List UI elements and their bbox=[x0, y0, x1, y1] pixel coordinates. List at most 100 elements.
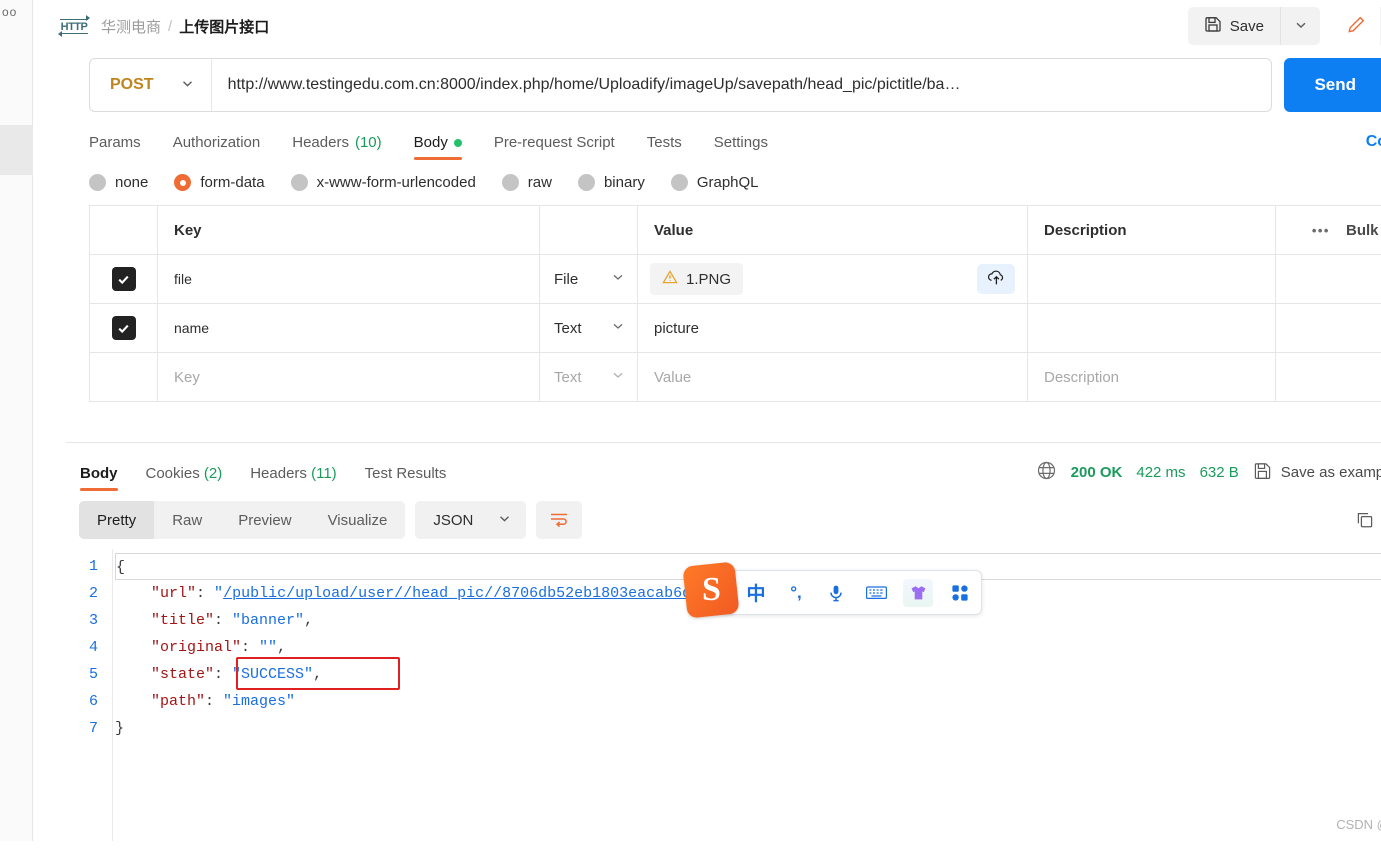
row-description-cell[interactable]: Description bbox=[1028, 353, 1276, 402]
header-bulk-edit: ••• Bulk Edit bbox=[1276, 206, 1381, 255]
form-data-table-wrap: Key Value Description ••• Bulk Edit bbox=[33, 205, 1381, 402]
table-more-options-icon[interactable]: ••• bbox=[1312, 223, 1330, 238]
tab-params[interactable]: Params bbox=[89, 134, 157, 160]
copy-response-button[interactable] bbox=[1354, 509, 1376, 531]
header-key-label: Key bbox=[158, 222, 539, 239]
request-tabs: Params Authorization Headers (10) Body P… bbox=[33, 118, 1381, 160]
view-mode-pretty[interactable]: Pretty bbox=[79, 501, 154, 539]
toolbox-icon[interactable] bbox=[947, 580, 973, 606]
response-header: Body Cookies (2) Headers (11) Test Resul… bbox=[33, 443, 1381, 491]
row-type-cell[interactable]: Text bbox=[540, 353, 638, 402]
radio-icon bbox=[291, 174, 308, 191]
response-tab-test-results[interactable]: Test Results bbox=[351, 465, 461, 491]
row-description-cell[interactable] bbox=[1028, 304, 1276, 353]
body-type-none[interactable]: none bbox=[89, 174, 148, 191]
method-url-group: POST bbox=[89, 58, 1272, 112]
save-as-example-button[interactable]: Save as example bbox=[1253, 461, 1381, 484]
row-value-cell[interactable]: 1.PNG bbox=[638, 255, 1028, 304]
tab-tests[interactable]: Tests bbox=[631, 134, 698, 160]
response-tab-headers-label: Headers bbox=[250, 465, 307, 482]
cookies-link[interactable]: Cookies bbox=[1366, 133, 1381, 160]
row-type-cell[interactable]: Text bbox=[540, 304, 638, 353]
http-method-label: POST bbox=[110, 76, 154, 94]
wrap-lines-button[interactable] bbox=[536, 501, 582, 539]
tab-authorization-label: Authorization bbox=[173, 134, 261, 151]
soft-keyboard-icon[interactable] bbox=[863, 580, 889, 606]
row-type-value: File bbox=[554, 271, 578, 288]
response-format-select[interactable]: JSON bbox=[415, 501, 526, 539]
header-key: Key bbox=[158, 206, 540, 255]
breadcrumb-separator: / bbox=[168, 18, 172, 35]
chinese-mode-icon[interactable]: 中 bbox=[743, 580, 769, 606]
tab-headers[interactable]: Headers (10) bbox=[276, 134, 397, 160]
code-token: "images" bbox=[223, 693, 295, 710]
save-as-example-label: Save as example bbox=[1281, 464, 1381, 481]
line-number: 5 bbox=[66, 661, 98, 688]
view-mode-visualize[interactable]: Visualize bbox=[310, 501, 406, 539]
request-header: HTTP 华测电商 / 上传图片接口 bbox=[33, 0, 1381, 52]
bulk-edit-button[interactable]: Bulk Edit bbox=[1346, 222, 1381, 239]
tab-authorization[interactable]: Authorization bbox=[157, 134, 277, 160]
body-type-graphql[interactable]: GraphQL bbox=[671, 174, 759, 191]
tab-body[interactable]: Body bbox=[398, 134, 478, 160]
response-tab-headers[interactable]: Headers (11) bbox=[236, 465, 350, 491]
row-type-cell[interactable]: File bbox=[540, 255, 638, 304]
body-type-raw[interactable]: raw bbox=[502, 174, 552, 191]
sidebar-handle-dots[interactable]: oo bbox=[2, 5, 17, 19]
body-type-form-data[interactable]: form-data bbox=[174, 174, 264, 191]
save-options-caret[interactable] bbox=[1280, 7, 1320, 45]
breadcrumb-request-name[interactable]: 上传图片接口 bbox=[179, 16, 269, 37]
sogou-ime-toolbar[interactable]: S 中 °, bbox=[690, 570, 982, 615]
file-chip[interactable]: 1.PNG bbox=[650, 263, 743, 295]
header-value: Value bbox=[638, 206, 1028, 255]
chevron-down-icon bbox=[497, 511, 512, 530]
breadcrumb-collection[interactable]: 华测电商 bbox=[101, 16, 161, 37]
punctuation-icon[interactable]: °, bbox=[783, 580, 809, 606]
table-header-row: Key Value Description ••• Bulk Edit bbox=[90, 206, 1381, 255]
code-token: { bbox=[116, 559, 125, 576]
warning-triangle-icon bbox=[662, 269, 678, 289]
upload-file-button[interactable] bbox=[977, 264, 1015, 294]
body-type-form-data-label: form-data bbox=[200, 174, 264, 191]
view-mode-raw[interactable]: Raw bbox=[154, 501, 220, 539]
row-key-cell[interactable]: name bbox=[158, 304, 540, 353]
wrap-text-icon bbox=[548, 509, 570, 532]
http-badge-label: HTTP bbox=[60, 19, 89, 34]
view-mode-preview[interactable]: Preview bbox=[220, 501, 309, 539]
body-type-x-www-form-urlencoded[interactable]: x-www-form-urlencoded bbox=[291, 174, 476, 191]
edit-request-button[interactable] bbox=[1332, 7, 1380, 45]
row-value-cell[interactable]: picture bbox=[638, 304, 1028, 353]
row-checkbox-checked[interactable] bbox=[112, 267, 136, 291]
body-type-binary[interactable]: binary bbox=[578, 174, 645, 191]
response-tab-body[interactable]: Body bbox=[66, 465, 132, 491]
response-toolbar-actions bbox=[1354, 508, 1381, 532]
microphone-icon[interactable] bbox=[823, 580, 849, 606]
row-checkbox-checked[interactable] bbox=[112, 316, 136, 340]
row-key-cell[interactable]: file bbox=[158, 255, 540, 304]
skin-icon[interactable] bbox=[903, 579, 933, 607]
response-time: 422 ms bbox=[1136, 464, 1185, 481]
body-modified-dot bbox=[454, 139, 462, 147]
row-value-text: picture bbox=[638, 320, 1027, 337]
code-token: "" bbox=[259, 639, 277, 656]
status-code: 200 OK bbox=[1071, 464, 1123, 481]
save-button[interactable]: Save bbox=[1188, 7, 1280, 45]
tab-settings[interactable]: Settings bbox=[698, 134, 784, 160]
http-method-select[interactable]: POST bbox=[90, 59, 212, 111]
sogou-logo-icon[interactable]: S bbox=[682, 561, 739, 618]
code-token: "banner" bbox=[232, 612, 304, 629]
pencil-icon bbox=[1347, 15, 1366, 37]
code-token bbox=[115, 585, 151, 602]
url-input[interactable] bbox=[212, 59, 1272, 111]
response-format-value: JSON bbox=[433, 512, 473, 529]
response-tab-cookies[interactable]: Cookies (2) bbox=[132, 465, 237, 491]
globe-icon[interactable] bbox=[1036, 460, 1057, 484]
row-key-cell[interactable]: Key bbox=[158, 353, 540, 402]
code-token: " bbox=[214, 585, 223, 602]
row-description-cell[interactable] bbox=[1028, 255, 1276, 304]
row-value-cell[interactable]: Value bbox=[638, 353, 1028, 402]
send-button[interactable]: Send bbox=[1284, 58, 1381, 112]
tab-pre-request-script[interactable]: Pre-request Script bbox=[478, 134, 631, 160]
floppy-disk-icon bbox=[1204, 15, 1222, 37]
code-token: "SUCCESS" bbox=[232, 666, 313, 683]
